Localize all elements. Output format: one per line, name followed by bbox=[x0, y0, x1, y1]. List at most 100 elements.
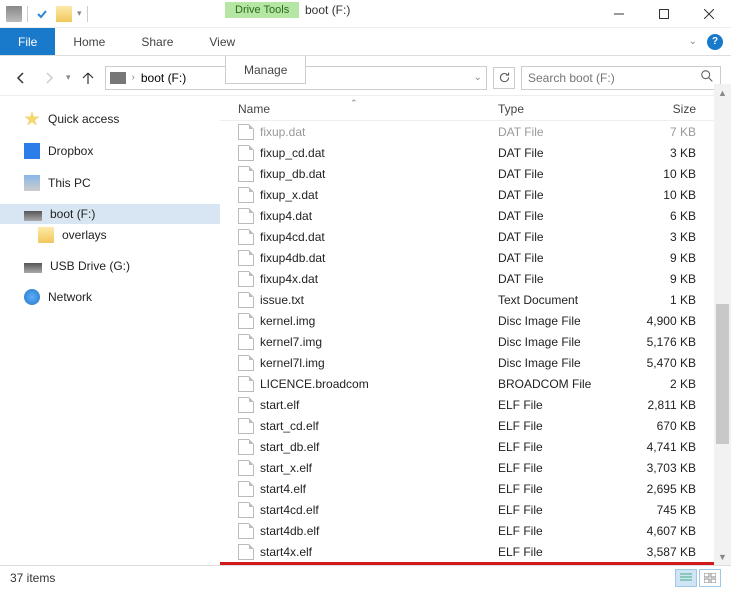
file-list[interactable]: fixup.datDAT File7 KBfixup_cd.datDAT Fil… bbox=[220, 121, 731, 565]
sidebar-item-quick-access[interactable]: Quick access bbox=[0, 108, 220, 130]
file-size: 2,695 KB bbox=[618, 482, 696, 496]
file-row[interactable]: fixup_db.datDAT File10 KB bbox=[238, 163, 731, 184]
tab-share[interactable]: Share bbox=[123, 28, 191, 55]
sidebar-item-overlays[interactable]: overlays bbox=[0, 224, 220, 246]
divider bbox=[87, 6, 88, 22]
file-icon bbox=[238, 481, 254, 497]
chevron-right-icon[interactable]: › bbox=[132, 72, 135, 83]
sidebar-item-network[interactable]: Network bbox=[0, 286, 220, 308]
view-details-button[interactable] bbox=[675, 569, 697, 587]
view-thumbnails-button[interactable] bbox=[699, 569, 721, 587]
close-button[interactable] bbox=[686, 0, 731, 28]
column-header-size[interactable]: Size bbox=[618, 102, 696, 116]
file-row[interactable]: fixup_cd.datDAT File3 KB bbox=[238, 142, 731, 163]
sidebar-item-this-pc[interactable]: This PC bbox=[0, 172, 220, 194]
file-type: ELF File bbox=[498, 419, 618, 433]
file-row[interactable]: fixup4db.datDAT File9 KB bbox=[238, 247, 731, 268]
tab-view[interactable]: View bbox=[191, 28, 253, 55]
file-row[interactable]: issue.txtText Document1 KB bbox=[238, 289, 731, 310]
file-size: 3 KB bbox=[618, 146, 696, 160]
file-type: DAT File bbox=[498, 188, 618, 202]
network-icon bbox=[24, 289, 40, 305]
file-icon bbox=[238, 187, 254, 203]
search-icon[interactable] bbox=[700, 69, 714, 86]
sort-indicator-icon: ⌃ bbox=[350, 98, 358, 109]
sidebar-item-label: Quick access bbox=[48, 112, 119, 126]
file-icon bbox=[238, 334, 254, 350]
file-name: fixup4x.dat bbox=[260, 272, 498, 286]
scroll-down-icon[interactable]: ▼ bbox=[714, 548, 731, 565]
file-icon bbox=[238, 250, 254, 266]
divider bbox=[27, 6, 28, 22]
file-size: 2 KB bbox=[618, 377, 696, 391]
file-type: ELF File bbox=[498, 503, 618, 517]
file-size: 9 KB bbox=[618, 251, 696, 265]
file-size: 3 KB bbox=[618, 230, 696, 244]
sidebar-item-label: Network bbox=[48, 290, 92, 304]
scroll-up-icon[interactable]: ▲ bbox=[714, 84, 731, 101]
file-row[interactable]: kernel7l.imgDisc Image File5,470 KB bbox=[238, 352, 731, 373]
file-row[interactable]: fixup_x.datDAT File10 KB bbox=[238, 184, 731, 205]
file-name: start_x.elf bbox=[260, 461, 498, 475]
file-icon bbox=[238, 544, 254, 560]
nav-forward-button[interactable] bbox=[38, 67, 60, 89]
file-row[interactable]: start4.elfELF File2,695 KB bbox=[238, 478, 731, 499]
help-icon[interactable]: ? bbox=[707, 34, 723, 50]
file-row[interactable]: kernel7.imgDisc Image File5,176 KB bbox=[238, 331, 731, 352]
file-row[interactable]: start.elfELF File2,811 KB bbox=[238, 394, 731, 415]
file-row[interactable]: start4x.elfELF File3,587 KB bbox=[238, 541, 731, 562]
tab-home[interactable]: Home bbox=[55, 28, 123, 55]
breadcrumb-boot[interactable]: boot (F:) bbox=[141, 71, 186, 85]
vertical-scrollbar[interactable]: ▲ ▼ bbox=[714, 84, 731, 565]
file-icon bbox=[238, 502, 254, 518]
file-icon bbox=[238, 124, 254, 140]
ribbon-expand-icon[interactable]: ⌄ bbox=[689, 36, 697, 47]
file-name: fixup4cd.dat bbox=[260, 230, 498, 244]
tab-file[interactable]: File bbox=[0, 28, 55, 55]
file-row[interactable]: kernel.imgDisc Image File4,900 KB bbox=[238, 310, 731, 331]
search-input[interactable] bbox=[528, 71, 700, 85]
file-size: 2,811 KB bbox=[618, 398, 696, 412]
titlebar: ▾ Drive Tools boot (F:) bbox=[0, 0, 731, 28]
file-size: 670 KB bbox=[618, 419, 696, 433]
refresh-button[interactable] bbox=[493, 67, 515, 89]
file-row[interactable]: start_cd.elfELF File670 KB bbox=[238, 415, 731, 436]
sidebar-item-dropbox[interactable]: Dropbox bbox=[0, 140, 220, 162]
pc-icon bbox=[24, 175, 40, 191]
file-name: fixup4.dat bbox=[260, 209, 498, 223]
file-size: 7 KB bbox=[618, 125, 696, 139]
qat-save-icon[interactable] bbox=[33, 5, 51, 23]
file-row[interactable]: fixup4x.datDAT File9 KB bbox=[238, 268, 731, 289]
file-type: Disc Image File bbox=[498, 314, 618, 328]
file-row[interactable]: SSHFile0 KB bbox=[241, 564, 718, 566]
file-view: ⌃ Name Type Size fixup.datDAT File7 KBfi… bbox=[220, 96, 731, 565]
status-bar: 37 items bbox=[0, 565, 731, 589]
column-header-type[interactable]: Type bbox=[498, 102, 618, 116]
file-row[interactable]: fixup4.datDAT File6 KB bbox=[238, 205, 731, 226]
nav-back-button[interactable] bbox=[10, 67, 32, 89]
column-header-name[interactable]: Name bbox=[238, 102, 498, 116]
qat-dropdown-icon[interactable]: ▾ bbox=[77, 8, 82, 19]
file-type: Disc Image File bbox=[498, 356, 618, 370]
nav-recent-dropdown-icon[interactable]: ▾ bbox=[66, 72, 71, 83]
sidebar-item-usb[interactable]: USB Drive (G:) bbox=[0, 256, 220, 276]
file-row[interactable]: start4db.elfELF File4,607 KB bbox=[238, 520, 731, 541]
maximize-button[interactable] bbox=[641, 0, 686, 28]
sidebar-item-boot[interactable]: boot (F:) bbox=[0, 204, 220, 224]
address-dropdown-icon[interactable]: ⌄ bbox=[474, 72, 482, 83]
file-type: DAT File bbox=[498, 251, 618, 265]
file-row[interactable]: LICENCE.broadcomBROADCOM File2 KB bbox=[238, 373, 731, 394]
file-row[interactable]: start4cd.elfELF File745 KB bbox=[238, 499, 731, 520]
nav-up-button[interactable] bbox=[77, 67, 99, 89]
file-row[interactable]: start_x.elfELF File3,703 KB bbox=[238, 457, 731, 478]
file-name: kernel7l.img bbox=[260, 356, 498, 370]
file-row[interactable]: start_db.elfELF File4,741 KB bbox=[238, 436, 731, 457]
file-name: start4db.elf bbox=[260, 524, 498, 538]
file-row[interactable]: fixup4cd.datDAT File3 KB bbox=[238, 226, 731, 247]
minimize-button[interactable] bbox=[596, 0, 641, 28]
tab-manage[interactable]: Manage bbox=[225, 56, 306, 84]
context-label: Drive Tools bbox=[225, 2, 299, 18]
file-row[interactable]: fixup.datDAT File7 KB bbox=[238, 121, 731, 142]
scroll-thumb[interactable] bbox=[716, 304, 729, 444]
search-box[interactable] bbox=[521, 66, 721, 90]
